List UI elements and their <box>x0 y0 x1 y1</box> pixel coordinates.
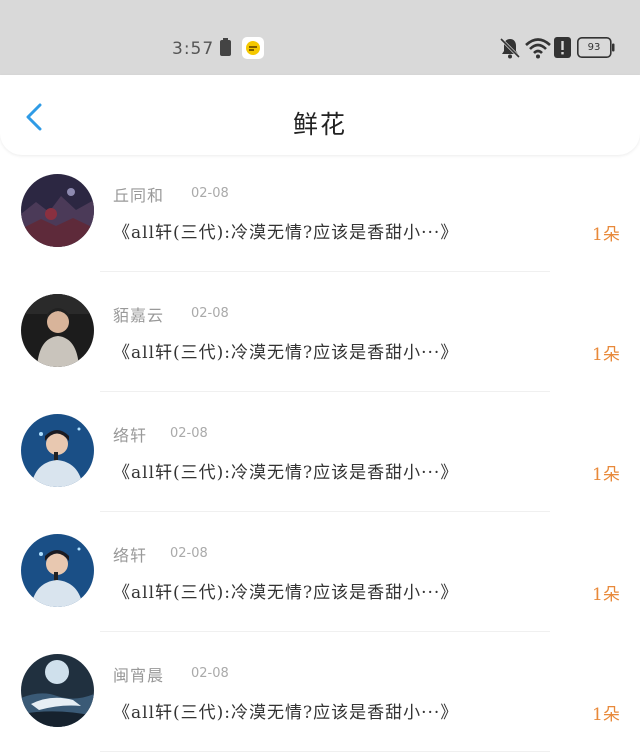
list-item[interactable]: 貊嘉云 02-08 《all轩(三代):冷漠无情?应该是香甜小···》 1朵 <box>0 277 640 397</box>
wifi-icon <box>525 38 551 59</box>
item-date: 02-08 <box>170 546 208 561</box>
status-time: 3:57 <box>172 39 215 59</box>
avatar[interactable] <box>21 654 94 727</box>
divider <box>100 391 550 392</box>
divider <box>100 631 550 632</box>
divider <box>100 271 550 272</box>
book-title[interactable]: 《all轩(三代):冷漠无情?应该是香甜小···》 <box>113 698 458 723</box>
flower-count: 1朵 <box>592 465 620 485</box>
alert-icon <box>554 37 571 58</box>
book-title[interactable]: 《all轩(三代):冷漠无情?应该是香甜小···》 <box>113 458 458 483</box>
message-app-icon <box>242 37 264 59</box>
item-date: 02-08 <box>191 666 229 681</box>
list-item[interactable]: 络轩 02-08 《all轩(三代):冷漠无情?应该是香甜小···》 1朵 <box>0 517 640 637</box>
item-date: 02-08 <box>170 426 208 441</box>
flower-count: 1朵 <box>592 345 620 365</box>
book-title[interactable]: 《all轩(三代):冷漠无情?应该是香甜小···》 <box>113 218 458 243</box>
avatar[interactable] <box>21 414 94 487</box>
avatar[interactable] <box>21 174 94 247</box>
book-title[interactable]: 《all轩(三代):冷漠无情?应该是香甜小···》 <box>113 578 458 603</box>
bell-muted-icon <box>499 37 521 59</box>
status-bar: 3:57 93 <box>0 0 640 75</box>
divider <box>100 751 550 752</box>
item-date: 02-08 <box>191 186 229 201</box>
divider <box>100 511 550 512</box>
flower-count: 1朵 <box>592 225 620 245</box>
user-name: 络轩 <box>113 426 148 445</box>
top-nav-bar: 鲜花 <box>0 75 640 155</box>
list-item[interactable]: 络轩 02-08 《all轩(三代):冷漠无情?应该是香甜小···》 1朵 <box>0 397 640 517</box>
flower-gift-list: 丘同和 02-08 《all轩(三代):冷漠无情?应该是香甜小···》 1朵 貊… <box>0 157 640 754</box>
user-name: 闽宵晨 <box>113 666 165 685</box>
avatar[interactable] <box>21 534 94 607</box>
list-item[interactable]: 丘同和 02-08 《all轩(三代):冷漠无情?应该是香甜小···》 1朵 <box>0 157 640 277</box>
item-date: 02-08 <box>191 306 229 321</box>
user-name: 丘同和 <box>113 186 165 205</box>
avatar[interactable] <box>21 294 94 367</box>
battery-small-icon <box>220 38 231 56</box>
page-title: 鲜花 <box>292 110 347 139</box>
battery-level: 93 <box>587 42 601 53</box>
list-item[interactable]: 闽宵晨 02-08 《all轩(三代):冷漠无情?应该是香甜小···》 1朵 <box>0 637 640 754</box>
user-name: 络轩 <box>113 546 148 565</box>
flower-count: 1朵 <box>592 585 620 605</box>
flower-count: 1朵 <box>592 705 620 725</box>
user-name: 貊嘉云 <box>113 306 165 325</box>
book-title[interactable]: 《all轩(三代):冷漠无情?应该是香甜小···》 <box>113 338 458 363</box>
